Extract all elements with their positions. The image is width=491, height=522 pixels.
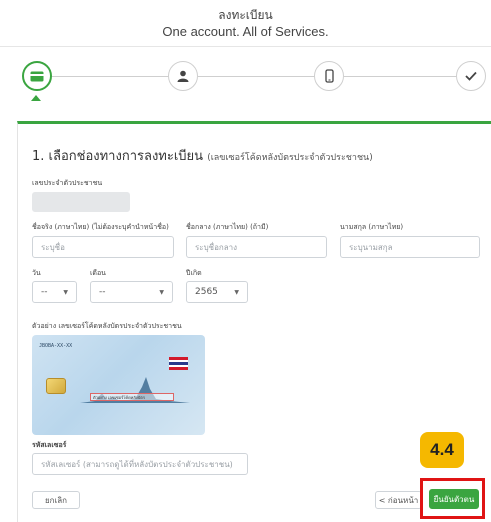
day-value: --	[41, 287, 48, 297]
card-icon	[30, 71, 44, 81]
stepper-line-3	[344, 76, 457, 77]
last-name-label: นามสกุล (ภาษาไทย)	[340, 223, 404, 231]
section-title: 1. เลือกช่องทางการลงทะเบียน (เลขเซอร์โค้…	[32, 145, 373, 166]
step-badge: 4.4	[420, 432, 464, 468]
header-divider	[0, 46, 491, 47]
year-select[interactable]: 2565 ▼	[186, 281, 248, 303]
month-label: เดือน	[90, 269, 106, 277]
stepper-line-2	[198, 76, 315, 77]
id-card-code: JBOBA-XX-XX	[39, 343, 73, 349]
chevron-down-icon: ▼	[234, 288, 239, 296]
back-button[interactable]: < ก่อนหน้า	[375, 491, 422, 509]
step-3-phone[interactable]	[314, 61, 344, 91]
step-4-complete[interactable]	[456, 61, 486, 91]
stepper-line-1	[52, 76, 169, 77]
highlight-box	[420, 478, 485, 519]
step-1-card[interactable]	[22, 61, 52, 91]
section-title-text: 1. เลือกช่องทางการลงทะเบียน	[32, 149, 204, 164]
first-name-input[interactable]: ระบุชื่อ	[32, 236, 174, 258]
id-card-chip	[46, 378, 66, 394]
year-label: ปีเกิด	[186, 269, 202, 277]
phone-icon	[324, 69, 334, 83]
check-icon	[465, 71, 477, 81]
month-value: --	[99, 287, 106, 297]
year-value: 2565	[195, 287, 218, 297]
citizen-id-field[interactable]	[32, 192, 130, 212]
citizen-id-label: เลขประจำตัวประชาชน	[32, 179, 103, 187]
page-title: ลงทะเบียน	[218, 8, 273, 22]
active-step-pointer	[31, 95, 41, 101]
last-name-input[interactable]: ระบุนามสกุล	[340, 236, 480, 258]
day-select[interactable]: -- ▼	[32, 281, 77, 303]
laser-code-input[interactable]: รหัสเลเซอร์ (สามารถดูได้ที่หลังบัตรประจำ…	[32, 453, 248, 475]
page-subtitle: One account. All of Services.	[162, 24, 329, 39]
month-select[interactable]: -- ▼	[90, 281, 173, 303]
cancel-button[interactable]: ยกเลิก	[32, 491, 80, 509]
section-title-hint: (เลขเซอร์โค้ดหลังบัตรประจำตัวประชาชน)	[207, 153, 373, 163]
chevron-down-icon: ▼	[63, 288, 68, 296]
chevron-down-icon: ▼	[159, 288, 164, 296]
id-card-laser-box: ตัวอย่าง เลขเซอร์โค้ดหลังบัตร	[90, 393, 174, 401]
laser-code-label: รหัสเลเซอร์	[32, 441, 67, 449]
id-card-example-label: ตัวอย่าง เลขเซอร์โค้ดหลังบัตรประจำตัวประ…	[32, 322, 182, 330]
first-name-label: ชื่อจริง (ภาษาไทย) (ไม่ต้องระบุคำนำหน้าช…	[32, 223, 169, 231]
middle-name-input[interactable]: ระบุชื่อกลาง	[186, 236, 327, 258]
user-icon	[177, 70, 189, 82]
id-card-sample-image: JBOBA-XX-XX ตัวอย่าง เลขเซอร์โค้ดหลังบัต…	[32, 335, 205, 435]
middle-name-label: ชื่อกลาง (ภาษาไทย) (ถ้ามี)	[186, 223, 269, 231]
thai-flag-icon	[169, 357, 188, 370]
step-2-user[interactable]	[168, 61, 198, 91]
day-label: วัน	[32, 269, 41, 277]
